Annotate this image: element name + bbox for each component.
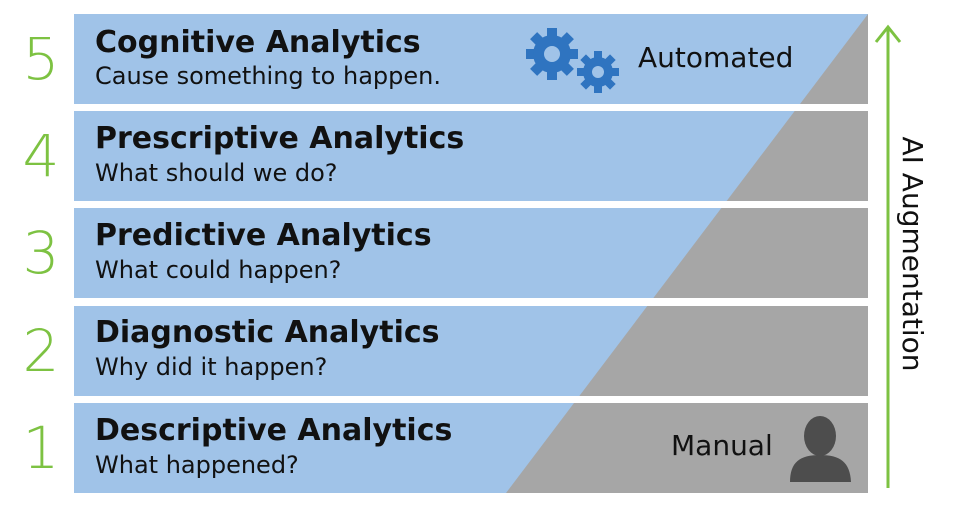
level-title-3: Predictive Analytics	[95, 218, 432, 253]
level-title-4: Prescriptive Analytics	[95, 121, 465, 156]
level-number-1: 1	[22, 414, 60, 482]
level-title-5: Cognitive Analytics	[95, 25, 421, 60]
level-number-4: 4	[22, 122, 60, 190]
level-number-2: 2	[22, 317, 60, 385]
level-subtitle-1: What happened?	[95, 451, 299, 479]
ai-augmentation-label: AI Augmentation	[896, 136, 929, 372]
level-number-5: 5	[22, 25, 60, 93]
automated-label: Automated	[638, 41, 794, 74]
level-subtitle-5: Cause something to happen.	[95, 62, 441, 90]
level-title-2: Diagnostic Analytics	[95, 315, 440, 350]
level-number-3: 3	[22, 219, 60, 287]
level-title-1: Descriptive Analytics	[95, 413, 453, 448]
manual-label: Manual	[671, 429, 773, 462]
level-subtitle-3: What could happen?	[95, 256, 342, 284]
level-subtitle-2: Why did it happen?	[95, 353, 328, 381]
level-subtitle-4: What should we do?	[95, 159, 338, 187]
